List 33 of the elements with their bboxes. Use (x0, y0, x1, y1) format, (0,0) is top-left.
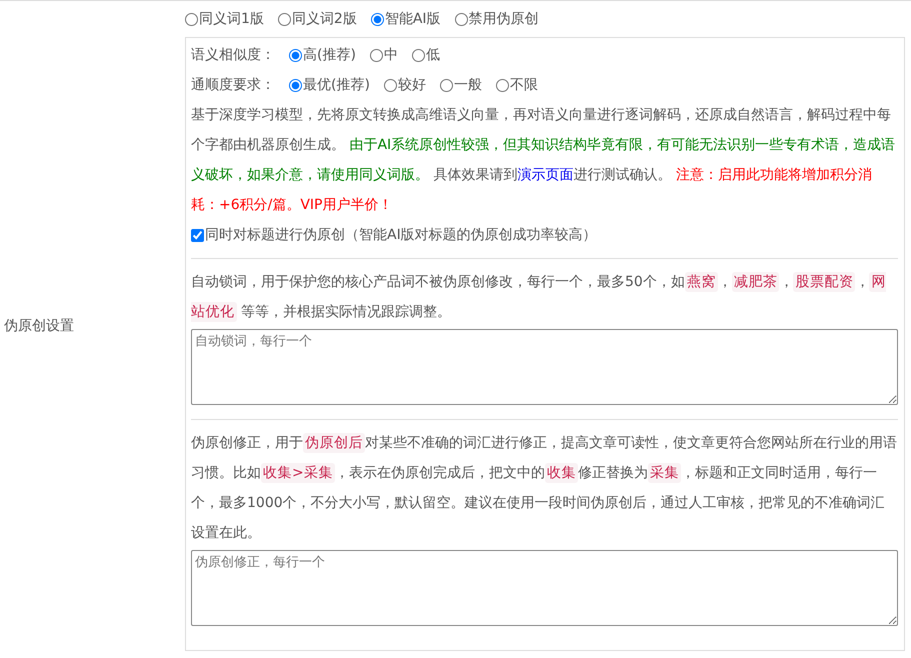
radio-button[interactable] (384, 78, 397, 92)
radio-button[interactable] (289, 48, 302, 62)
option-label[interactable]: 高(推荐) (303, 46, 356, 64)
option-label[interactable]: 禁用伪原创 (468, 10, 539, 28)
option-label[interactable]: 一般 (454, 76, 482, 94)
correction-field[interactable]: 伪原创修正，每行一个 (191, 550, 898, 626)
lock-words-field[interactable]: 自动锁词，每行一个 (191, 329, 898, 405)
option-label[interactable]: 较好 (398, 76, 426, 94)
option-label[interactable]: 中 (384, 46, 398, 64)
option-label[interactable]: 智能AI版 (384, 10, 441, 28)
radio-button[interactable] (289, 78, 302, 92)
description-text: 基于深度学习模型，先将原文转换成高维语义向量，再对语义向量进行逐词解码，还原成自然语言，解码过程中每个字都由机器原创生成。 由于AI系统原创性较强，但其知识结构毕竟有限，有可能无法识别一些专有术语，造成语义破坏，如果介意，请使用同义词版。 具体效果请到演示页面进行测试确认。 注意：启用此功能将增加积分消耗：+6积分/篇。VIP用户半价！ (191, 106, 896, 215)
radio-button[interactable] (496, 78, 509, 92)
option-label[interactable]: 不限 (510, 76, 538, 94)
radio-button[interactable] (440, 78, 453, 92)
radio-button[interactable] (278, 12, 291, 26)
radio-button[interactable] (370, 12, 384, 26)
option-label[interactable]: 最优(推荐) (303, 76, 370, 94)
radio-button[interactable] (412, 48, 425, 62)
demo-page-link[interactable]: 演示页面 (517, 167, 574, 183)
description-text: 伪原创修正，用于伪原创后 对某些不准确的词汇进行修正，提高文章可读性，使文章更符合您网站所在行业的用语习惯。比如 收集>采集，表示在伪原创完成后，把文中的 收集 修正替换为 采集，标题和正文同时适用，每行一个，最多1000个，不分大小写，默认留空。建议在使用一段时间伪原创后，通过人工审核，把常见的不准确词汇设置在此。 (191, 432, 898, 543)
radio-button[interactable] (370, 48, 383, 62)
field-label: 通顺度要求： (191, 76, 275, 94)
section-label: 伪原创设置 (3, 317, 75, 335)
field-label: 语义相似度： (191, 46, 275, 64)
option-label[interactable]: 低 (426, 46, 440, 64)
radio-button[interactable] (454, 12, 468, 26)
description-text: 自动锁词，用于保护您的核心产品词不被伪原创修改，每行一个，最多50个，如 燕窝，减肥茶，股票配资，网站优化 等等，并根据实际情况跟踪调整。 (191, 271, 887, 324)
option-label[interactable]: 同时对标题进行伪原创（智能AI版对标题的伪原创成功率较高） (205, 226, 597, 244)
option-label[interactable]: 同义词2版 (292, 10, 357, 28)
checkbox[interactable] (191, 228, 204, 242)
radio-button[interactable] (185, 12, 198, 26)
option-label[interactable]: 同义词1版 (199, 10, 264, 28)
